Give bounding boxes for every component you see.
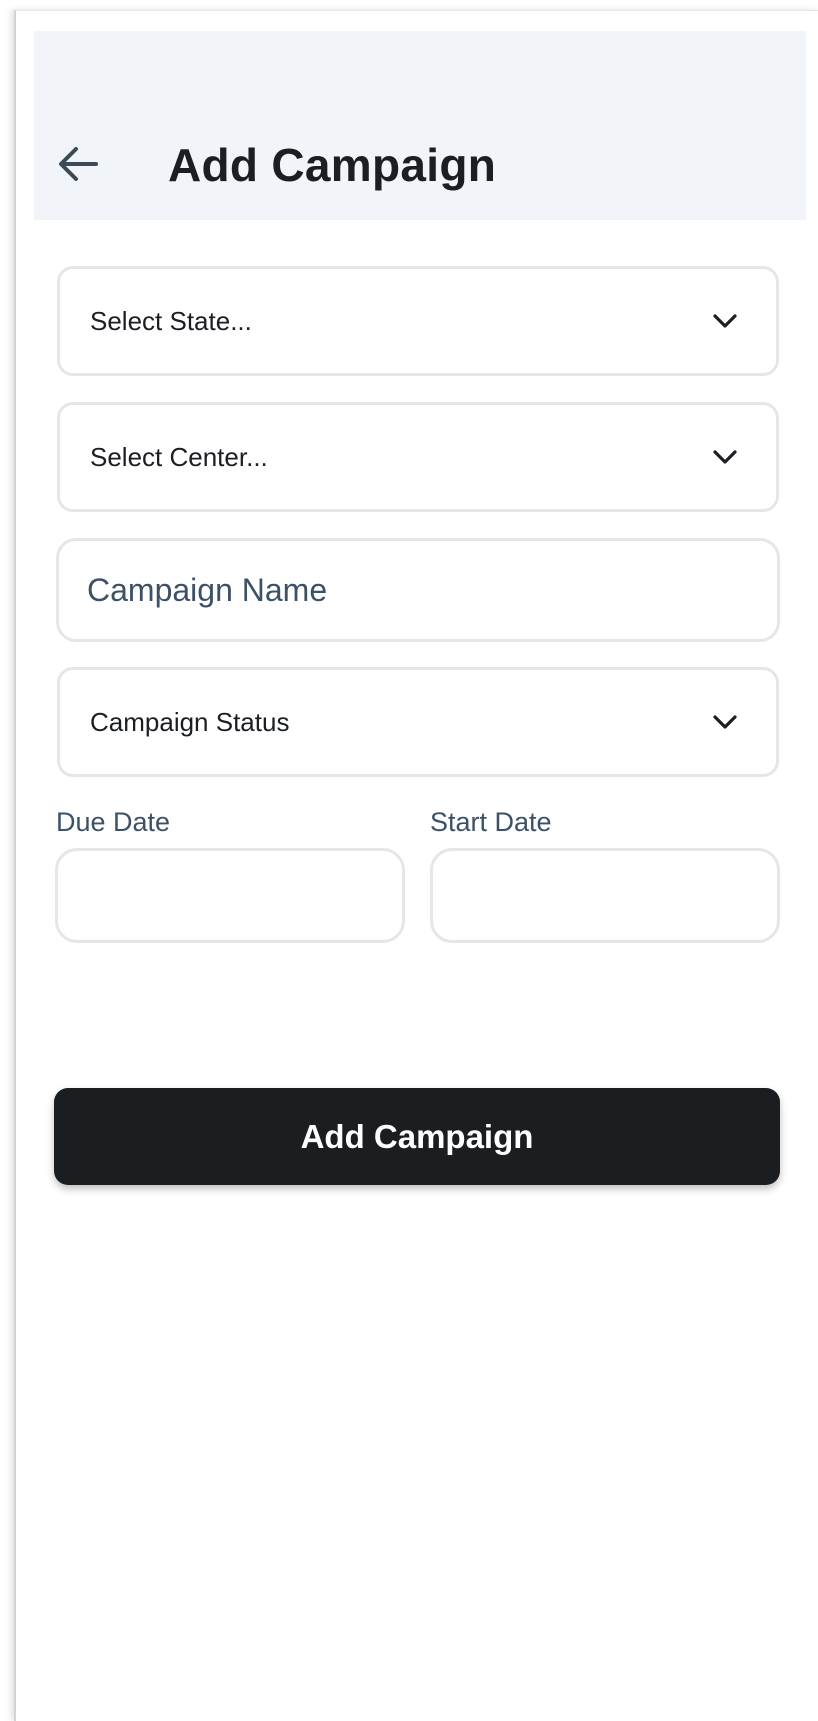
due-date-input[interactable] bbox=[55, 848, 405, 943]
state-select[interactable]: Select State... bbox=[57, 266, 779, 376]
arrow-left-icon bbox=[59, 147, 98, 181]
campaign-status-value: Campaign Status bbox=[90, 706, 290, 737]
state-select-value: Select State... bbox=[90, 305, 252, 336]
add-campaign-button-label: Add Campaign bbox=[300, 1117, 534, 1155]
start-date-label: Start Date bbox=[430, 807, 552, 837]
chevron-down-icon bbox=[713, 715, 737, 729]
start-date-input[interactable] bbox=[430, 848, 780, 943]
add-campaign-button[interactable]: Add Campaign bbox=[54, 1088, 780, 1185]
page-title: Add Campaign bbox=[168, 139, 497, 191]
chevron-down-icon bbox=[713, 314, 737, 328]
center-select-value: Select Center... bbox=[90, 441, 268, 472]
campaign-name-input[interactable] bbox=[56, 538, 780, 642]
due-date-label: Due Date bbox=[56, 807, 171, 837]
campaign-status-select[interactable]: Campaign Status bbox=[57, 667, 779, 777]
back-button[interactable] bbox=[52, 138, 104, 190]
chevron-down-icon bbox=[713, 450, 737, 464]
center-select[interactable]: Select Center... bbox=[57, 402, 779, 512]
